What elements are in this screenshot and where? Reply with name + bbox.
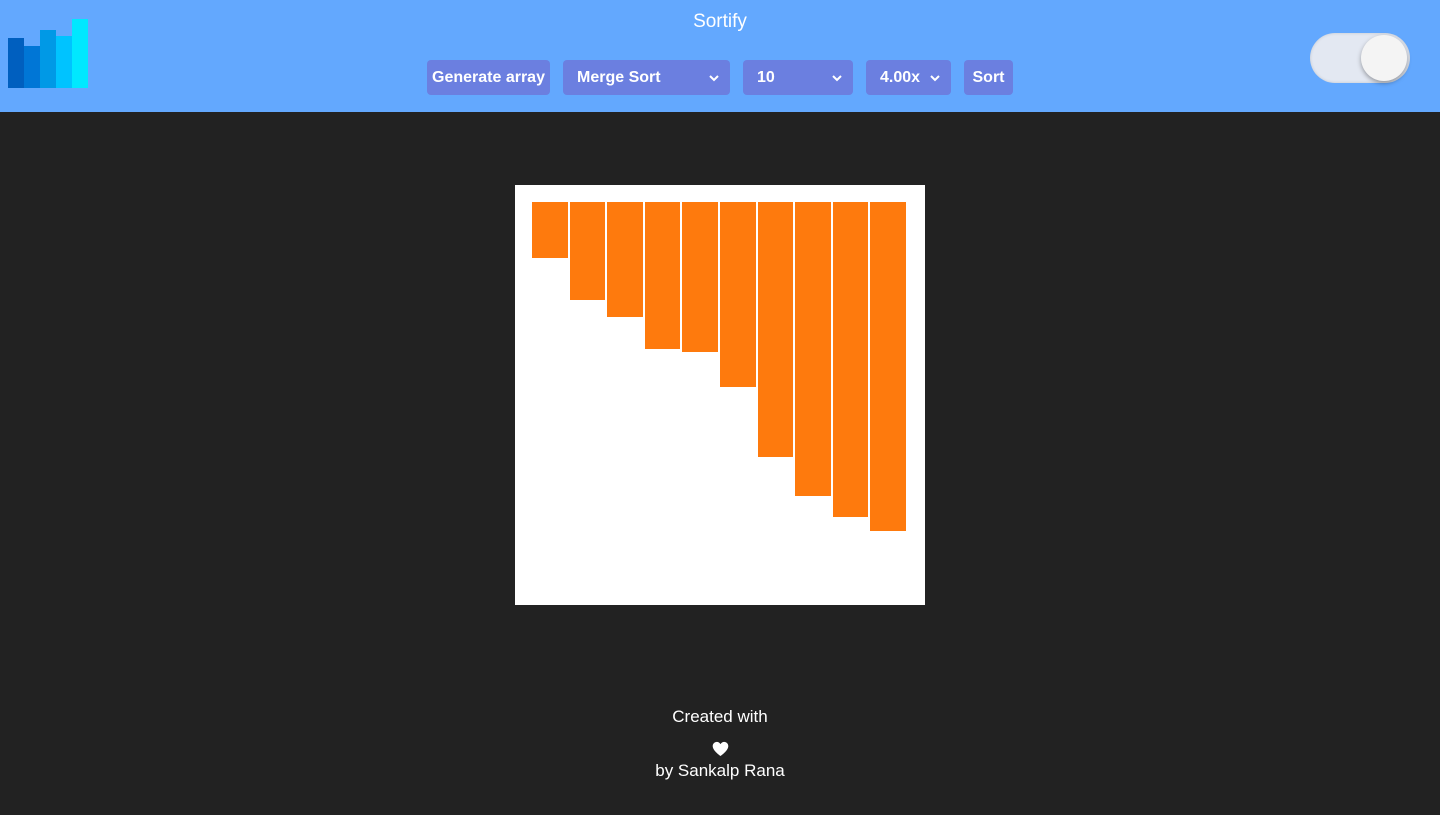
generate-array-button[interactable]: Generate array	[427, 60, 550, 95]
theme-toggle[interactable]	[1310, 33, 1410, 83]
toggle-knob	[1361, 35, 1407, 81]
header: Sortify Generate array Merge Sort 10 4.0…	[0, 0, 1440, 112]
algorithm-select-value: Merge Sort	[577, 69, 661, 86]
array-bar	[832, 202, 869, 517]
array-bar	[569, 202, 606, 300]
footer-author: by Sankalp Rana	[655, 761, 785, 780]
speed-select[interactable]: 4.00x	[866, 60, 951, 95]
array-bar	[532, 202, 568, 258]
speed-select-value: 4.00x	[880, 69, 921, 86]
app-title: Sortify	[693, 11, 747, 32]
footer: Created with by Sankalp Rana	[0, 704, 1440, 781]
array-bar	[682, 202, 718, 352]
array-bar	[607, 202, 643, 317]
bars-container	[532, 202, 908, 588]
array-bar	[870, 202, 906, 531]
footer-created-with: Created with	[672, 707, 768, 726]
array-size-select-value: 10	[757, 69, 775, 86]
controls-bar: Generate array Merge Sort 10 4.00x Sort	[0, 60, 1440, 96]
array-bar	[795, 202, 831, 496]
sorting-canvas	[515, 185, 925, 605]
chevron-down-icon	[709, 74, 719, 81]
algorithm-select[interactable]: Merge Sort	[563, 60, 730, 95]
heart-icon	[712, 741, 728, 757]
sort-button[interactable]: Sort	[964, 60, 1013, 95]
array-size-select[interactable]: 10	[743, 60, 853, 95]
array-bar	[757, 202, 794, 457]
chevron-down-icon	[930, 74, 940, 81]
chevron-down-icon	[832, 74, 842, 81]
array-bar	[720, 202, 756, 387]
array-bar	[644, 202, 681, 349]
